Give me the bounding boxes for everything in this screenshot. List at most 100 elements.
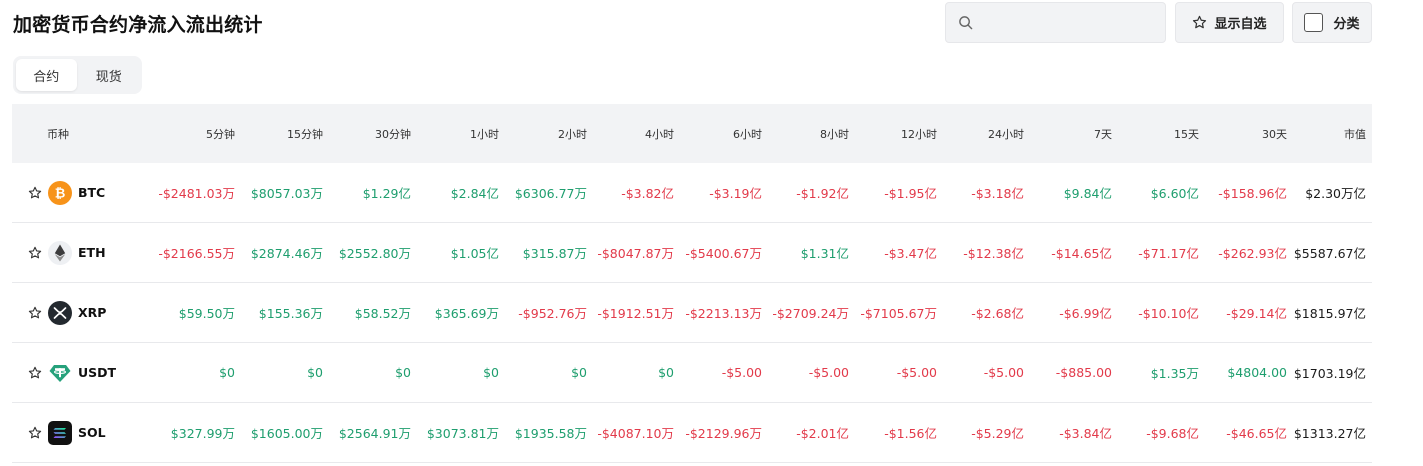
table-body: ₿ BTC -$2481.03万 $8057.03万 $1.29亿 $2.84亿 $6306… xyxy=(12,163,1372,463)
flow-value-7d: -$6.99亿 xyxy=(1059,306,1112,321)
column-header-5m[interactable]: 5分钟 xyxy=(147,126,235,142)
flow-value-6h: -$5.00 xyxy=(721,365,762,380)
flow-value-30d: -$262.93亿 xyxy=(1218,246,1287,261)
flow-value-15m: $0 xyxy=(307,365,323,380)
flow-value-30m: $0 xyxy=(395,365,411,380)
market-cap-value: $1703.19亿 xyxy=(1293,366,1366,381)
column-header-6h[interactable]: 6小时 xyxy=(674,126,762,142)
flow-value-30m: $58.52万 xyxy=(354,306,411,321)
flow-value-4h: -$4087.10万 xyxy=(597,426,674,441)
flow-value-12h: -$7105.67万 xyxy=(860,306,937,321)
table-row-xrp[interactable]: XRP $59.50万 $155.36万 $58.52万 $365.69万 -$952.7… xyxy=(12,283,1372,343)
column-header-30m[interactable]: 30分钟 xyxy=(323,126,411,142)
flow-value-8h: -$2.01亿 xyxy=(796,426,849,441)
flow-value-2h: $6306.77万 xyxy=(514,186,587,201)
flow-value-1h: $3073.81万 xyxy=(426,426,499,441)
flow-value-6h: -$2129.96万 xyxy=(685,426,762,441)
search-input[interactable] xyxy=(981,15,1161,30)
flow-value-7d: $9.84亿 xyxy=(1063,186,1112,201)
flow-value-12h: -$3.47亿 xyxy=(884,246,937,261)
show-favorites-button[interactable]: 显示自选 xyxy=(1175,2,1284,43)
table-row-sol[interactable]: SOL $327.99万 $1605.00万 $2564.91万 $3073.81万 $1… xyxy=(12,403,1372,463)
flow-value-2h: $315.87万 xyxy=(522,246,587,261)
flow-value-4h: -$3.82亿 xyxy=(621,186,674,201)
favorite-star-icon[interactable] xyxy=(28,366,42,380)
category-toggle[interactable]: 分类 xyxy=(1292,2,1372,43)
solana-icon xyxy=(48,420,72,445)
market-cap-value: $1313.27亿 xyxy=(1293,426,1366,441)
coin-cell: ₿ BTC xyxy=(12,180,147,205)
flow-value-30d: -$29.14亿 xyxy=(1226,306,1287,321)
flow-value-15m: $1605.00万 xyxy=(250,426,323,441)
tab-spot[interactable]: 现货 xyxy=(79,59,140,91)
column-header-15m[interactable]: 15分钟 xyxy=(235,126,323,142)
favorite-star-icon[interactable] xyxy=(28,426,42,440)
column-header-8h[interactable]: 8小时 xyxy=(762,126,849,142)
flow-value-5m: $0 xyxy=(219,365,235,380)
flow-value-30d: -$158.96亿 xyxy=(1218,186,1287,201)
tab-contract[interactable]: 合约 xyxy=(16,59,77,91)
coin-cell: ETH xyxy=(12,240,147,265)
column-header-4h[interactable]: 4小时 xyxy=(587,126,674,142)
flow-value-8h: -$2709.24万 xyxy=(772,306,849,321)
column-header-24h[interactable]: 24小时 xyxy=(937,126,1024,142)
flow-value-15d: $6.60亿 xyxy=(1150,186,1199,201)
flow-table: 币种 5分钟 15分钟 30分钟 1小时 2小时 4小时 6小时 8小时 12小时 24小时 7天 15… xyxy=(12,104,1372,463)
flow-value-12h: -$5.00 xyxy=(896,365,937,380)
flow-value-4h: $0 xyxy=(658,365,674,380)
flow-value-4h: -$1912.51万 xyxy=(597,306,674,321)
flow-value-5m: $59.50万 xyxy=(178,306,235,321)
flow-value-24h: -$2.68亿 xyxy=(971,306,1024,321)
flow-value-24h: -$12.38亿 xyxy=(963,246,1024,261)
flow-value-6h: -$3.19亿 xyxy=(709,186,762,201)
category-checkbox[interactable] xyxy=(1304,13,1324,32)
svg-text:₿: ₿ xyxy=(55,186,66,201)
ethereum-icon xyxy=(48,240,72,265)
flow-value-8h: -$1.92亿 xyxy=(796,186,849,201)
column-header-coin[interactable]: 币种 xyxy=(12,126,147,142)
flow-value-8h: $1.31亿 xyxy=(800,246,849,261)
coin-symbol[interactable]: USDT xyxy=(78,365,116,380)
flow-value-1h: $0 xyxy=(483,365,499,380)
table-row-usdt[interactable]: USDT $0 $0 $0 $0 $0 $0 -$5.00 -$5.00 -$5.00 -$5.00… xyxy=(12,343,1372,403)
xrp-icon xyxy=(48,300,72,325)
flow-value-6h: -$5400.67万 xyxy=(685,246,762,261)
favorite-star-icon[interactable] xyxy=(28,186,42,200)
flow-value-4h: -$8047.87万 xyxy=(597,246,674,261)
flow-value-24h: -$5.00 xyxy=(983,365,1024,380)
flow-value-15m: $8057.03万 xyxy=(250,186,323,201)
market-cap-value: $5587.67亿 xyxy=(1293,246,1366,261)
flow-value-1h: $1.05亿 xyxy=(450,246,499,261)
column-header-7d[interactable]: 7天 xyxy=(1024,126,1112,142)
column-header-1h[interactable]: 1小时 xyxy=(411,126,499,142)
coin-cell: SOL xyxy=(12,420,147,445)
column-header-15d[interactable]: 15天 xyxy=(1112,126,1199,142)
flow-value-15m: $2874.46万 xyxy=(250,246,323,261)
search-box[interactable] xyxy=(945,2,1166,43)
flow-value-30d: $4804.00 xyxy=(1227,365,1287,380)
flow-value-7d: -$14.65亿 xyxy=(1051,246,1112,261)
market-type-tabs: 合约 现货 xyxy=(13,56,142,94)
show-favorites-label: 显示自选 xyxy=(1214,17,1267,32)
coin-symbol[interactable]: XRP xyxy=(78,305,106,320)
category-label: 分类 xyxy=(1333,17,1360,32)
table-row-btc[interactable]: ₿ BTC -$2481.03万 $8057.03万 $1.29亿 $2.84亿 $6306… xyxy=(12,163,1372,223)
column-header-2h[interactable]: 2小时 xyxy=(499,126,587,142)
favorite-star-icon[interactable] xyxy=(28,246,42,260)
table-header: 币种 5分钟 15分钟 30分钟 1小时 2小时 4小时 6小时 8小时 12小时 24小时 7天 15… xyxy=(12,104,1372,163)
flow-value-5m: -$2166.55万 xyxy=(158,246,235,261)
table-row-eth[interactable]: ETH -$2166.55万 $2874.46万 $2552.80万 $1.05亿 $31… xyxy=(12,223,1372,283)
flow-value-30m: $2564.91万 xyxy=(338,426,411,441)
flow-value-30d: -$46.65亿 xyxy=(1226,426,1287,441)
flow-value-2h: $0 xyxy=(571,365,587,380)
search-icon xyxy=(959,16,973,30)
column-header-market-cap[interactable]: 市值 xyxy=(1287,126,1366,142)
favorite-star-icon[interactable] xyxy=(28,306,42,320)
coin-symbol[interactable]: ETH xyxy=(78,245,106,260)
column-header-30d[interactable]: 30天 xyxy=(1199,126,1287,142)
flow-value-15d: -$10.10亿 xyxy=(1138,306,1199,321)
column-header-12h[interactable]: 12小时 xyxy=(849,126,937,142)
coin-symbol[interactable]: BTC xyxy=(78,185,105,200)
flow-value-1h: $2.84亿 xyxy=(450,186,499,201)
coin-symbol[interactable]: SOL xyxy=(78,425,106,440)
